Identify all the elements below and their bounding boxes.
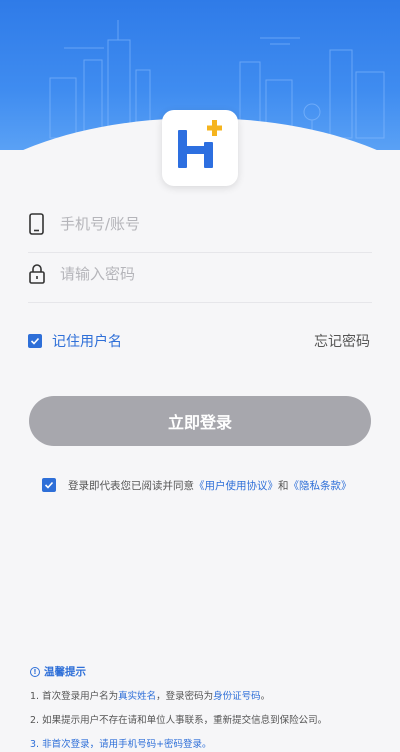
remember-username[interactable]: 记住用户名 bbox=[28, 331, 122, 351]
agreement-checkbox[interactable] bbox=[42, 478, 56, 492]
lock-icon bbox=[29, 264, 45, 284]
user-agreement-link[interactable]: 《用户使用协议》 bbox=[194, 480, 278, 492]
app-logo bbox=[162, 110, 238, 186]
phone-icon bbox=[29, 213, 44, 235]
remember-label: 记住用户名 bbox=[52, 334, 122, 350]
agreement-text: 登录即代表您已阅读并同意《用户使用协议》和《隐私条款》 bbox=[68, 478, 352, 493]
privacy-policy-link[interactable]: 《隐私条款》 bbox=[289, 480, 352, 492]
password-field bbox=[28, 253, 372, 303]
tip-line-1: 1. 首次登录用户名为真实姓名，登录密码为身份证号码。 bbox=[30, 691, 271, 702]
info-icon: ! bbox=[30, 666, 40, 677]
tips-heading: ! 温馨提示 bbox=[30, 664, 380, 679]
tips-section: ! 温馨提示 1. 首次登录用户名为真实姓名，登录密码为身份证号码。 2. 如果… bbox=[30, 664, 380, 750]
agreement-row: 登录即代表您已阅读并同意《用户使用协议》和《隐私条款》 bbox=[42, 475, 372, 495]
checkbox-checked-icon[interactable] bbox=[28, 334, 42, 348]
password-input[interactable] bbox=[60, 261, 360, 287]
agreement-prefix: 登录即代表您已阅读并同意 bbox=[68, 479, 194, 492]
phone-field bbox=[28, 203, 372, 253]
login-button[interactable]: 立即登录 bbox=[29, 396, 371, 446]
tip-line-3: 3. 非首次登录，请用手机号码+密码登录。 bbox=[30, 739, 212, 750]
tip-line-2: 2. 如果提示用户不存在请和单位人事联系，重新提交信息到保险公司。 bbox=[30, 715, 328, 726]
logo-mark-icon bbox=[178, 120, 222, 168]
phone-input[interactable] bbox=[60, 211, 360, 237]
forgot-password-link[interactable]: 忘记密码 bbox=[314, 331, 370, 351]
agreement-and: 和 bbox=[278, 479, 289, 492]
tips-title: 温馨提示 bbox=[44, 666, 86, 678]
